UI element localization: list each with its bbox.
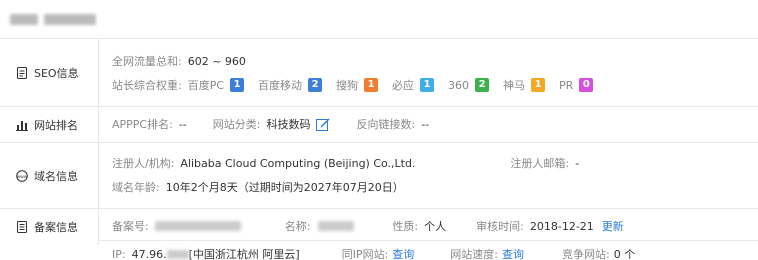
speed-link[interactable]: 查询 bbox=[502, 246, 524, 260]
age-line: 域名年龄: 10年2个月8天（过期时间为2027年07月20日） bbox=[112, 179, 404, 195]
seo-section: SEO信息 bbox=[0, 38, 758, 106]
domain-heading-label: 域名信息 bbox=[34, 169, 78, 183]
weight-badge[interactable]: 1 bbox=[364, 78, 379, 92]
backlinks-value: -- bbox=[421, 117, 430, 131]
icp-name-label: 名称: bbox=[284, 220, 311, 233]
engine-name: 360 bbox=[448, 78, 470, 92]
apppc-value: -- bbox=[178, 117, 187, 131]
same-ip-label: 同IP网站: bbox=[341, 248, 389, 260]
svg-text:www: www bbox=[16, 174, 27, 179]
rank-line: APPPC排名: -- 网站分类: 科技数码 反向链接数: -- bbox=[112, 116, 429, 132]
engine-name: 搜狗 bbox=[336, 79, 359, 92]
icp-time-value: 2018-12-21 bbox=[529, 219, 594, 233]
weights-line: 站长综合权重: 百度PC 1 百度移动 2 搜狗 1 必应 1 360 2 神马 1 PR 0 bbox=[112, 77, 594, 93]
registrant-line: 注册人/机构: Alibaba Cloud Computing (Beijing… bbox=[112, 155, 579, 171]
icp-heading: 备案信息 bbox=[0, 209, 99, 245]
engine-name: 神马 bbox=[503, 79, 526, 92]
competitor-label: 竞争网站: bbox=[562, 248, 610, 260]
weight-badge[interactable]: 2 bbox=[475, 78, 490, 92]
traffic-value: 602 ~ 960 bbox=[187, 54, 246, 68]
engine-name: PR bbox=[559, 78, 574, 92]
weights-label: 站长综合权重: bbox=[112, 79, 182, 92]
bar-chart-icon bbox=[16, 120, 28, 131]
engine-name: 必应 bbox=[392, 79, 415, 92]
category-value: 科技数码 bbox=[266, 118, 311, 131]
record-icon bbox=[17, 221, 27, 233]
ip-line: IP: 47.96. [中国浙江杭州 阿里云] 同IP网站: 查询 网站速度: … bbox=[112, 246, 635, 260]
engine-name: 百度PC bbox=[187, 79, 225, 92]
blurred-text bbox=[10, 13, 38, 25]
weight-badge[interactable]: 1 bbox=[230, 78, 245, 92]
update-link[interactable]: 更新 bbox=[602, 218, 624, 234]
weight-badge[interactable]: 0 bbox=[579, 78, 594, 92]
backlinks-label: 反向链接数: bbox=[356, 118, 416, 131]
category-label: 网站分类: bbox=[212, 118, 261, 131]
edit-icon[interactable] bbox=[316, 117, 330, 131]
seo-heading-label: SEO信息 bbox=[34, 66, 79, 80]
icp-number-label: 备案号: bbox=[112, 220, 149, 233]
email-label: 注册人邮箱: bbox=[510, 157, 570, 170]
competitor-value: 0 个 bbox=[613, 248, 636, 260]
same-ip-link[interactable]: 查询 bbox=[392, 246, 414, 260]
weight-badge[interactable]: 2 bbox=[308, 78, 323, 92]
rank-heading-label: 网站排名 bbox=[34, 118, 78, 132]
icp-name-blurred bbox=[318, 221, 355, 231]
icp-line: 备案号: 名称: 性质: 个人 审核时间: 2018-12-21 更新 bbox=[112, 218, 624, 234]
ip-location: [中国浙江杭州 阿里云] bbox=[188, 248, 300, 260]
icp-nature-value: 个人 bbox=[424, 220, 447, 233]
registrant-value: Alibaba Cloud Computing (Beijing) Co.,Lt… bbox=[180, 156, 416, 170]
icp-time-label: 审核时间: bbox=[476, 220, 524, 233]
engine-name: 百度移动 bbox=[258, 79, 303, 92]
page-title-blurred bbox=[10, 12, 102, 25]
registrant-label: 注册人/机构: bbox=[112, 157, 175, 170]
traffic-line: 全网流量总和: 602 ~ 960 bbox=[112, 53, 246, 69]
ip-label: IP: bbox=[112, 247, 126, 260]
weight-badge[interactable]: 1 bbox=[420, 78, 435, 92]
age-label: 域名年龄: bbox=[112, 181, 160, 194]
apppc-label: APPPC排名: bbox=[112, 118, 173, 131]
age-value: 10年2个月8天（过期时间为2027年07月20日） bbox=[165, 181, 404, 194]
traffic-label: 全网流量总和: bbox=[112, 55, 182, 68]
email-value: - bbox=[575, 156, 580, 170]
blurred-text bbox=[44, 13, 96, 25]
domain-section: www 域名信息 bbox=[0, 142, 758, 208]
icp-nature-label: 性质: bbox=[392, 220, 419, 233]
icp-number-blurred bbox=[154, 221, 241, 231]
weight-badge[interactable]: 1 bbox=[531, 78, 546, 92]
rank-heading: 网站排名 bbox=[0, 107, 99, 142]
document-icon bbox=[17, 66, 27, 79]
speed-label: 网站速度: bbox=[450, 248, 498, 260]
globe-icon: www bbox=[16, 169, 28, 182]
icp-heading-label: 备案信息 bbox=[34, 221, 78, 234]
ip-blurred bbox=[166, 249, 189, 259]
seo-heading: SEO信息 bbox=[0, 39, 99, 106]
domain-heading: www 域名信息 bbox=[0, 143, 99, 208]
ip-value: 47.96. bbox=[131, 247, 167, 260]
